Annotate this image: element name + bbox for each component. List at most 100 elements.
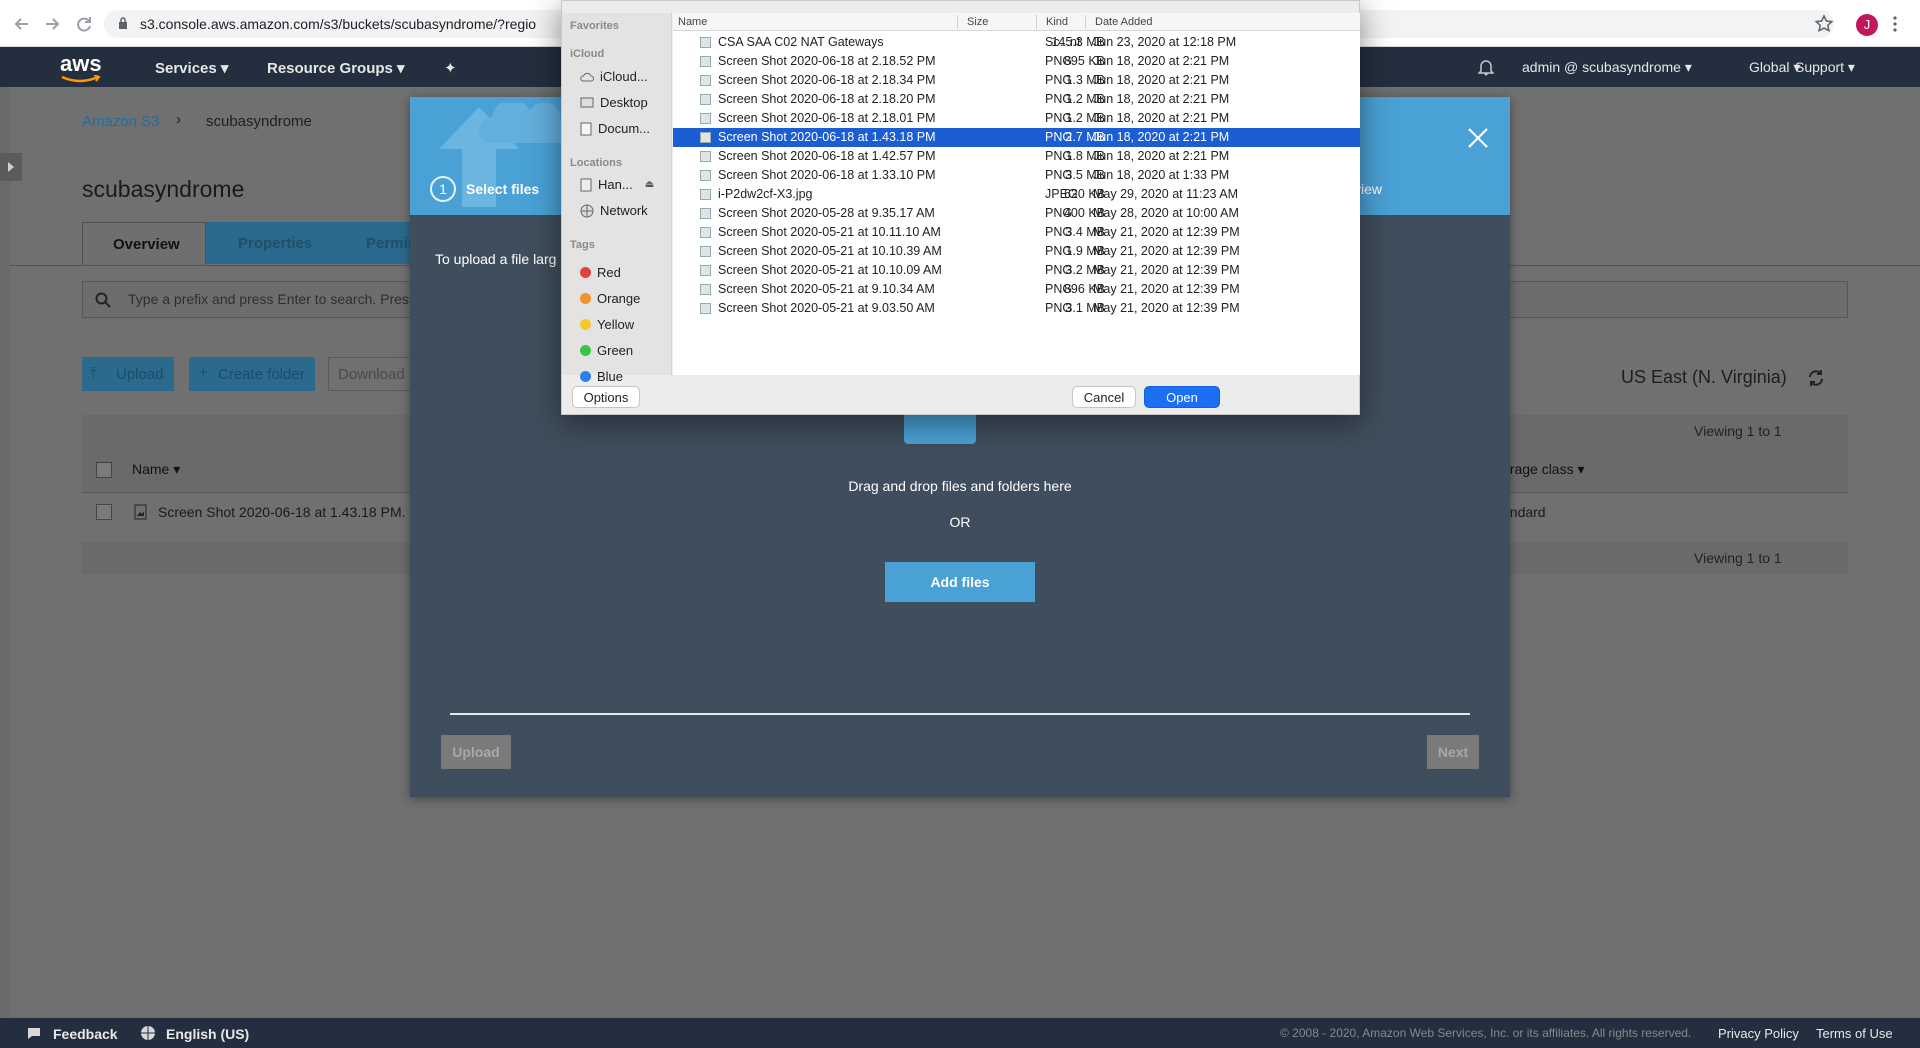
sidebar-item-drive[interactable]: Han... ⏏ [580,177,654,192]
document-icon [580,122,592,135]
tag-color-dot-icon [580,345,591,356]
file-row[interactable]: Screen Shot 2020-06-18 at 2.18.01 PM 1.2 … [673,109,1360,128]
sidebar-tag-red[interactable]: Red [580,265,621,280]
file-thumbnail-icon [700,113,711,124]
file-date-added: Jun 18, 2020 at 1:33 PM [1093,168,1230,182]
sidebar-item-documents[interactable]: Docum... [580,121,650,136]
download-button[interactable]: Download [328,357,420,391]
support-menu[interactable]: Support ▾ [1795,59,1855,76]
tab-overview[interactable]: Overview [82,222,206,266]
file-row[interactable]: Screen Shot 2020-05-21 at 10.10.09 AM 3.2… [673,261,1360,280]
sidebar-tag-green[interactable]: Green [580,343,633,358]
aws-logo[interactable]: aws [60,51,102,77]
tag-label: Yellow [597,317,635,332]
file-kind: PNG [1045,73,1073,87]
file-open-dialog: Favorites iCloud iCloud... Desktop Docum… [561,0,1360,415]
sidebar-item-network[interactable]: Network [580,203,648,218]
file-kind: PNG [1045,168,1073,182]
sidebar-item-desktop[interactable]: Desktop [580,95,648,110]
object-name-link[interactable]: Screen Shot 2020-06-18 at 1.43.18 PM. [158,504,406,520]
modal-divider [450,713,1470,715]
tab-permissions[interactable]: Permis [336,222,420,264]
tab-properties[interactable]: Properties [206,222,336,264]
column-size-header[interactable]: Size [967,16,988,28]
plus-icon: + [199,364,208,381]
column-name-header[interactable]: Name [678,16,707,28]
file-row[interactable]: Screen Shot 2020-06-18 at 2.18.34 PM 1.3 … [673,71,1360,90]
sidebar-tag-blue[interactable]: Blue [580,369,623,384]
region-menu[interactable]: Global ▾ [1749,59,1800,76]
cancel-button[interactable]: Cancel [1072,386,1136,408]
file-kind: PNG [1045,111,1073,125]
file-row[interactable]: Screen Shot 2020-06-18 at 1.33.10 PM 3.5 … [673,166,1360,185]
options-button[interactable]: Options [572,386,640,408]
breadcrumb-root[interactable]: Amazon S3 [82,113,160,130]
sidebar-item-icloud[interactable]: iCloud... [580,69,648,84]
profile-avatar[interactable]: J [1856,14,1878,36]
select-all-checkbox[interactable] [96,462,112,478]
reload-icon[interactable] [74,14,94,34]
file-kind: PNG [1045,149,1073,163]
file-name: Screen Shot 2020-05-21 at 9.10.34 AM [718,282,935,296]
open-button[interactable]: Open [1144,386,1220,408]
file-name: Screen Shot 2020-06-18 at 1.33.10 PM [718,168,936,182]
file-row[interactable]: Screen Shot 2020-05-21 at 9.10.34 AM 896 … [673,280,1360,299]
file-name: Screen Shot 2020-06-18 at 1.43.18 PM [718,130,936,144]
sidebar-tag-yellow[interactable]: Yellow [580,317,634,332]
modal-next-button[interactable]: Next [1427,735,1479,769]
step-label[interactable]: Select files [466,181,539,197]
modal-upload-button[interactable]: Upload [441,735,511,769]
browser-menu-icon[interactable] [1892,14,1898,34]
pin-icon[interactable]: ✦ [444,59,457,77]
file-row[interactable]: Screen Shot 2020-06-18 at 2.18.20 PM 1.2 … [673,90,1360,109]
upload-button[interactable]: ⤒ Upload [82,357,174,391]
column-kind-header[interactable]: Kind [1046,16,1068,28]
storage-class-column-header[interactable]: orage class ▾ [1502,461,1585,478]
file-date-added: Jun 18, 2020 at 2:21 PM [1093,111,1230,125]
file-name: Screen Shot 2020-06-18 at 1.42.57 PM [718,149,936,163]
file-row[interactable]: Screen Shot 2020-06-18 at 1.42.57 PM 1.8 … [673,147,1360,166]
terms-of-use-link[interactable]: Terms of Use [1816,1026,1893,1041]
file-row[interactable]: Screen Shot 2020-06-18 at 2.18.52 PM 895 … [673,52,1360,71]
back-icon[interactable] [12,14,32,34]
services-menu[interactable]: Services ▾ [155,59,228,77]
privacy-policy-link[interactable]: Privacy Policy [1718,1026,1799,1041]
add-files-button[interactable]: Add files [885,562,1035,602]
column-date-header[interactable]: Date Added [1095,16,1153,28]
file-row[interactable]: Screen Shot 2020-05-21 at 10.10.39 AM 1.9… [673,242,1360,261]
sidebar-toggle-icon[interactable] [0,153,22,181]
name-column-header[interactable]: Name ▾ [132,461,180,478]
file-thumbnail-icon [700,132,711,143]
file-row[interactable]: CSA SAA C02 NAT Gateways 145.3 MB Sc...nt J… [673,33,1360,52]
icloud-section: iCloud [570,48,605,60]
language-selector[interactable]: English (US) [166,1026,249,1042]
resource-groups-menu[interactable]: Resource Groups ▾ [267,59,405,77]
file-row[interactable]: Screen Shot 2020-06-18 at 1.43.18 PM 2.7 … [673,128,1360,147]
viewing-count-top: Viewing 1 to 1 [1694,423,1782,439]
file-row[interactable]: Screen Shot 2020-05-21 at 10.11.10 AM 3.4… [673,223,1360,242]
account-menu[interactable]: admin @ scubasyndrome ▾ [1522,59,1692,76]
upload-icon: ⤒ [90,365,97,382]
forward-icon[interactable] [42,14,62,34]
feedback-link[interactable]: Feedback [53,1026,118,1042]
bell-icon[interactable] [1478,58,1494,76]
tag-color-dot-icon [580,371,591,382]
refresh-icon[interactable] [1807,369,1825,387]
create-folder-button[interactable]: + Create folder [189,357,315,391]
file-row[interactable]: Screen Shot 2020-05-28 at 9.35.17 AM 400 … [673,204,1360,223]
file-row[interactable]: i-P2dw2cf-X3.jpg 620 KB JPEG May 29, 2020 a… [673,185,1360,204]
drop-folder-graphic [904,412,976,444]
file-name: Screen Shot 2020-05-28 at 9.35.17 AM [718,206,935,220]
bookmark-star-icon[interactable] [1814,14,1834,34]
row-checkbox[interactable] [96,504,112,520]
file-row[interactable]: Screen Shot 2020-05-21 at 9.03.50 AM 3.1 … [673,299,1360,318]
sidebar-tag-orange[interactable]: Orange [580,291,640,306]
file-date-added: May 28, 2020 at 10:00 AM [1093,206,1239,220]
file-name: Screen Shot 2020-06-18 at 2.18.52 PM [718,54,936,68]
close-icon[interactable] [1467,127,1489,149]
file-list: Name Size Kind Date Added CSA SAA C02 NA… [673,13,1360,375]
tag-label: Blue [597,369,624,384]
eject-icon[interactable]: ⏏ [645,179,654,190]
globe-icon [580,204,594,217]
file-name: Screen Shot 2020-06-18 at 2.18.01 PM [718,111,936,125]
